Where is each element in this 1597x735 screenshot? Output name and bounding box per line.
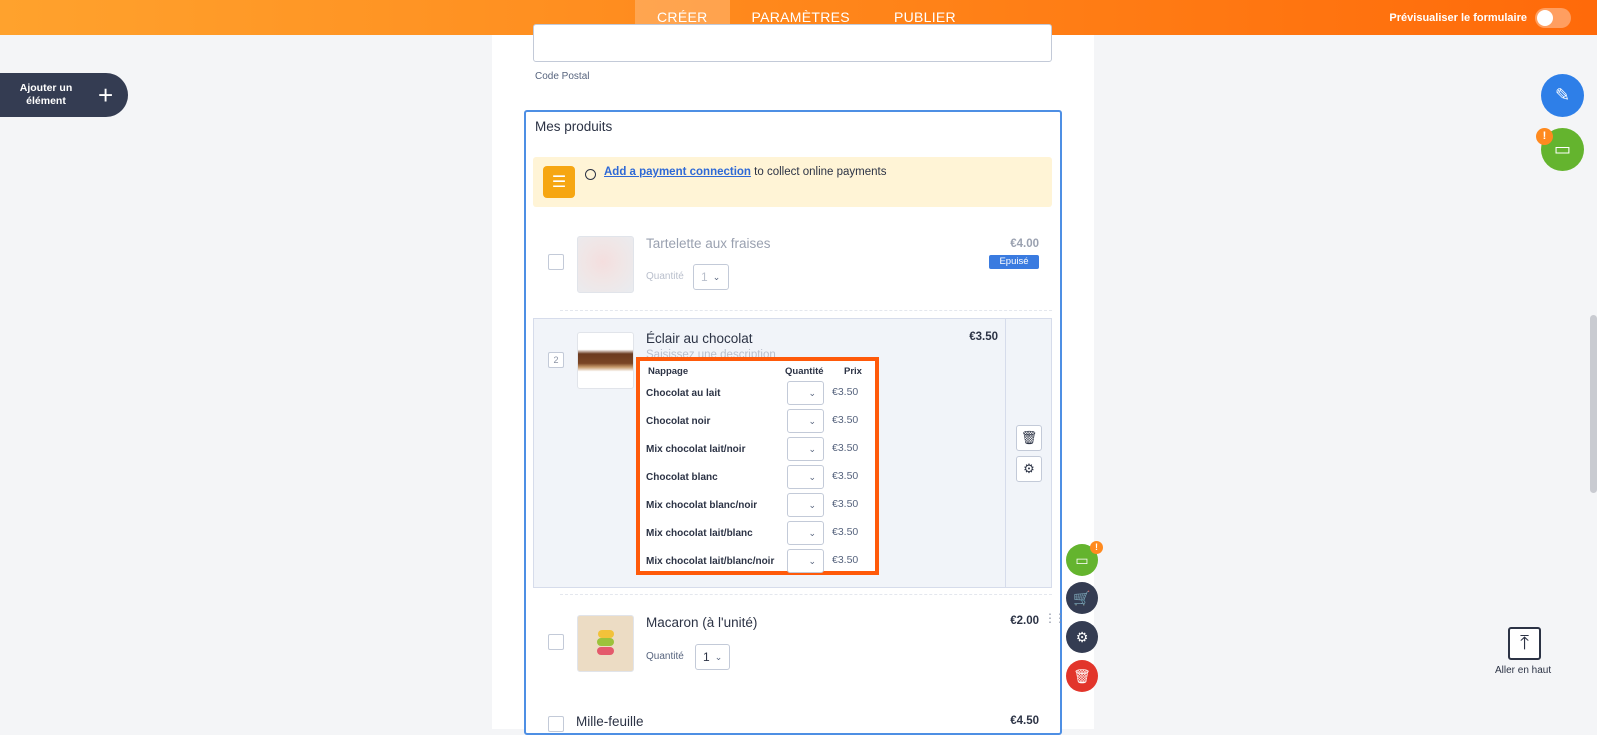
variant-price: €3.50 xyxy=(832,442,859,454)
product-price: €2.00 xyxy=(1010,615,1039,627)
variant-price: €3.50 xyxy=(832,386,859,398)
payment-notice-text: Add a payment connection to collect onli… xyxy=(604,166,887,178)
product-name: Éclair au chocolat xyxy=(646,331,753,346)
trash-icon[interactable]: 🗑 xyxy=(1066,660,1098,692)
divider xyxy=(560,310,1052,311)
add-element-label: Ajouter un élément xyxy=(19,82,73,107)
postal-code-input[interactable] xyxy=(533,24,1052,62)
products-title: Mes produits xyxy=(535,119,613,134)
quantity-label: Quantité xyxy=(646,271,684,282)
product-name: Macaron (à l'unité) xyxy=(646,615,758,630)
variants-header-quantite: Quantité xyxy=(785,366,824,377)
chevron-down-icon: ⌄ xyxy=(712,271,721,282)
variant-quantity-select[interactable]: ⌄ xyxy=(787,521,824,545)
paint-roller-icon[interactable]: ✎ xyxy=(1541,74,1584,117)
gear-icon[interactable]: ⚙ xyxy=(1016,456,1042,482)
postal-code-label: Code Postal xyxy=(535,71,590,82)
preview-toggle[interactable] xyxy=(1535,7,1571,28)
scrollbar-thumb[interactable] xyxy=(1590,315,1597,493)
variant-name: Mix chocolat lait/noir xyxy=(646,444,746,455)
go-top-label[interactable]: Aller en haut xyxy=(1495,665,1551,676)
product-image-eclair xyxy=(577,332,634,389)
variant-price: €3.50 xyxy=(832,414,859,426)
variant-name: Mix chocolat lait/blanc/noir xyxy=(646,556,775,567)
product-name: Mille-feuille xyxy=(576,714,644,729)
variant-quantity-select[interactable]: ⌄ xyxy=(787,437,824,461)
divider xyxy=(560,594,1052,595)
cart-icon[interactable]: 🛒 xyxy=(1066,582,1098,614)
variant-quantity-select[interactable]: ⌄ xyxy=(787,549,824,573)
variant-name: Chocolat blanc xyxy=(646,472,718,483)
product-checkbox[interactable] xyxy=(548,254,564,270)
payment-notice xyxy=(533,157,1052,207)
chevron-down-icon: ⌄ xyxy=(714,651,723,662)
quantity-select[interactable]: 1 ⌄ xyxy=(695,644,730,670)
product-checkbox[interactable] xyxy=(548,716,564,732)
variant-price: €3.50 xyxy=(832,498,859,510)
preview-toggle-wrap: Prévisualiser le formulaire xyxy=(1389,0,1571,35)
notice-rest-text: to collect online payments xyxy=(750,166,887,178)
variant-price: €3.50 xyxy=(832,554,859,566)
product-checkbox[interactable] xyxy=(548,634,564,650)
variant-quantity-select[interactable]: ⌄ xyxy=(787,409,824,433)
product-price: €4.00 xyxy=(1010,238,1039,250)
variant-quantity-select[interactable]: ⌄ xyxy=(787,465,824,489)
product-image-tartelette xyxy=(577,236,634,293)
alert-badge: ! xyxy=(1536,128,1553,145)
add-element-button[interactable]: Ajouter un élément + xyxy=(0,73,128,117)
list-icon: ☰ xyxy=(543,166,575,198)
add-payment-link[interactable]: Add a payment connection xyxy=(604,166,751,178)
variant-quantity-select[interactable]: ⌄ xyxy=(787,381,824,405)
product-price: €4.50 xyxy=(1010,715,1039,727)
plus-icon: + xyxy=(98,79,114,110)
product-image-macaron xyxy=(577,615,634,672)
variant-quantity-select[interactable]: ⌄ xyxy=(787,493,824,517)
info-circle-icon xyxy=(585,169,596,180)
quantity-label: Quantité xyxy=(646,651,684,662)
product-price: €3.50 xyxy=(969,331,998,343)
alert-badge: ! xyxy=(1090,541,1103,554)
variants-header-nappage: Nappage xyxy=(648,366,689,377)
drag-handle-icon[interactable]: ⋮⋮ xyxy=(1044,612,1066,624)
variant-price: €3.50 xyxy=(832,526,859,538)
variant-price: €3.50 xyxy=(832,470,859,482)
quantity-value: 1 xyxy=(701,270,708,284)
preview-label: Prévisualiser le formulaire xyxy=(1389,11,1527,24)
variant-name: Mix chocolat lait/blanc xyxy=(646,528,753,539)
arrow-up-icon[interactable]: ⤒ xyxy=(1508,627,1541,660)
product-actions-column xyxy=(1005,318,1052,588)
variant-name: Chocolat au lait xyxy=(646,388,721,399)
quantity-value: 1 xyxy=(703,650,710,664)
variants-header-prix: Prix xyxy=(844,366,862,377)
product-number: 2 xyxy=(548,352,564,368)
sold-out-badge: Epuisé xyxy=(989,255,1039,269)
trash-icon[interactable]: 🗑 xyxy=(1016,425,1042,451)
variant-name: Mix chocolat blanc/noir xyxy=(646,500,758,511)
quantity-select[interactable]: 1 ⌄ xyxy=(693,264,729,290)
product-name: Tartelette aux fraises xyxy=(646,236,771,251)
variant-name: Chocolat noir xyxy=(646,416,711,427)
gear-icon[interactable]: ⚙ xyxy=(1066,621,1098,653)
